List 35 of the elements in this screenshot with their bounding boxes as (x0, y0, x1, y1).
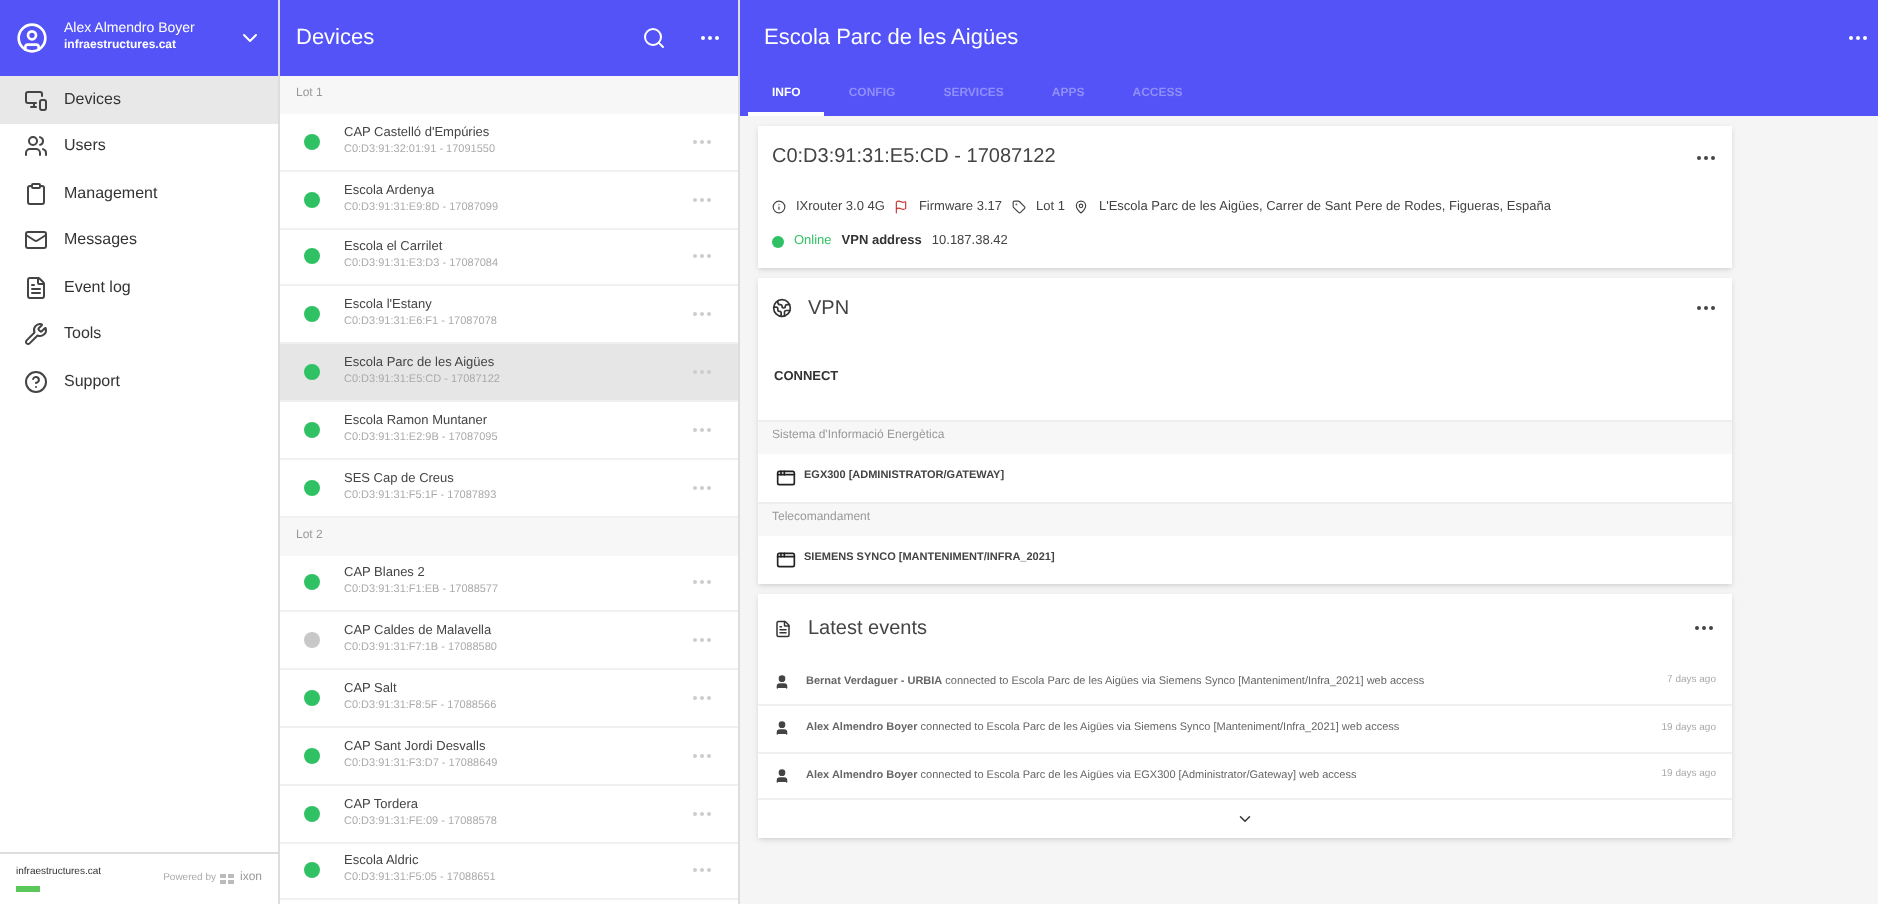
card-title: VPN (808, 295, 852, 323)
nav-item[interactable]: Event log (0, 264, 278, 311)
card-title: C0:D3:91:31:E5:CD - 17087122 (772, 144, 1058, 172)
nav-item[interactable]: Users (0, 123, 278, 170)
avatar-icon (16, 22, 48, 54)
user-icon (774, 673, 790, 690)
mail-icon (24, 228, 48, 253)
wrench-icon (24, 322, 48, 347)
expand-icon[interactable] (1236, 810, 1254, 828)
flag-icon (894, 200, 909, 215)
help-icon (24, 369, 48, 394)
card-title: Latest events (808, 615, 929, 643)
nav-item[interactable]: Messages (0, 217, 278, 264)
tag-icon (1012, 200, 1026, 215)
detail-title: Escola Parc de les Aigües (764, 23, 1021, 54)
brand-logo-bar (16, 885, 40, 892)
window-icon (776, 467, 796, 487)
nav-item[interactable]: Tools (0, 311, 278, 358)
user-icon (774, 720, 790, 737)
devices-icon (24, 87, 48, 112)
user-icon (774, 767, 790, 784)
nav-item[interactable]: Management (0, 170, 278, 217)
nav-item[interactable]: Support (0, 358, 278, 405)
panel-title: Devices (296, 23, 377, 54)
nav-item[interactable]: Devices (0, 76, 278, 123)
document-icon (24, 275, 48, 300)
clipboard-icon (24, 181, 48, 206)
search-icon[interactable] (642, 26, 666, 50)
location-icon (1074, 200, 1089, 215)
document-icon (774, 619, 792, 637)
logo-icon (219, 873, 236, 885)
users-icon (24, 134, 48, 159)
info-icon (772, 200, 786, 215)
globe-icon (772, 298, 792, 318)
window-icon (776, 549, 796, 569)
